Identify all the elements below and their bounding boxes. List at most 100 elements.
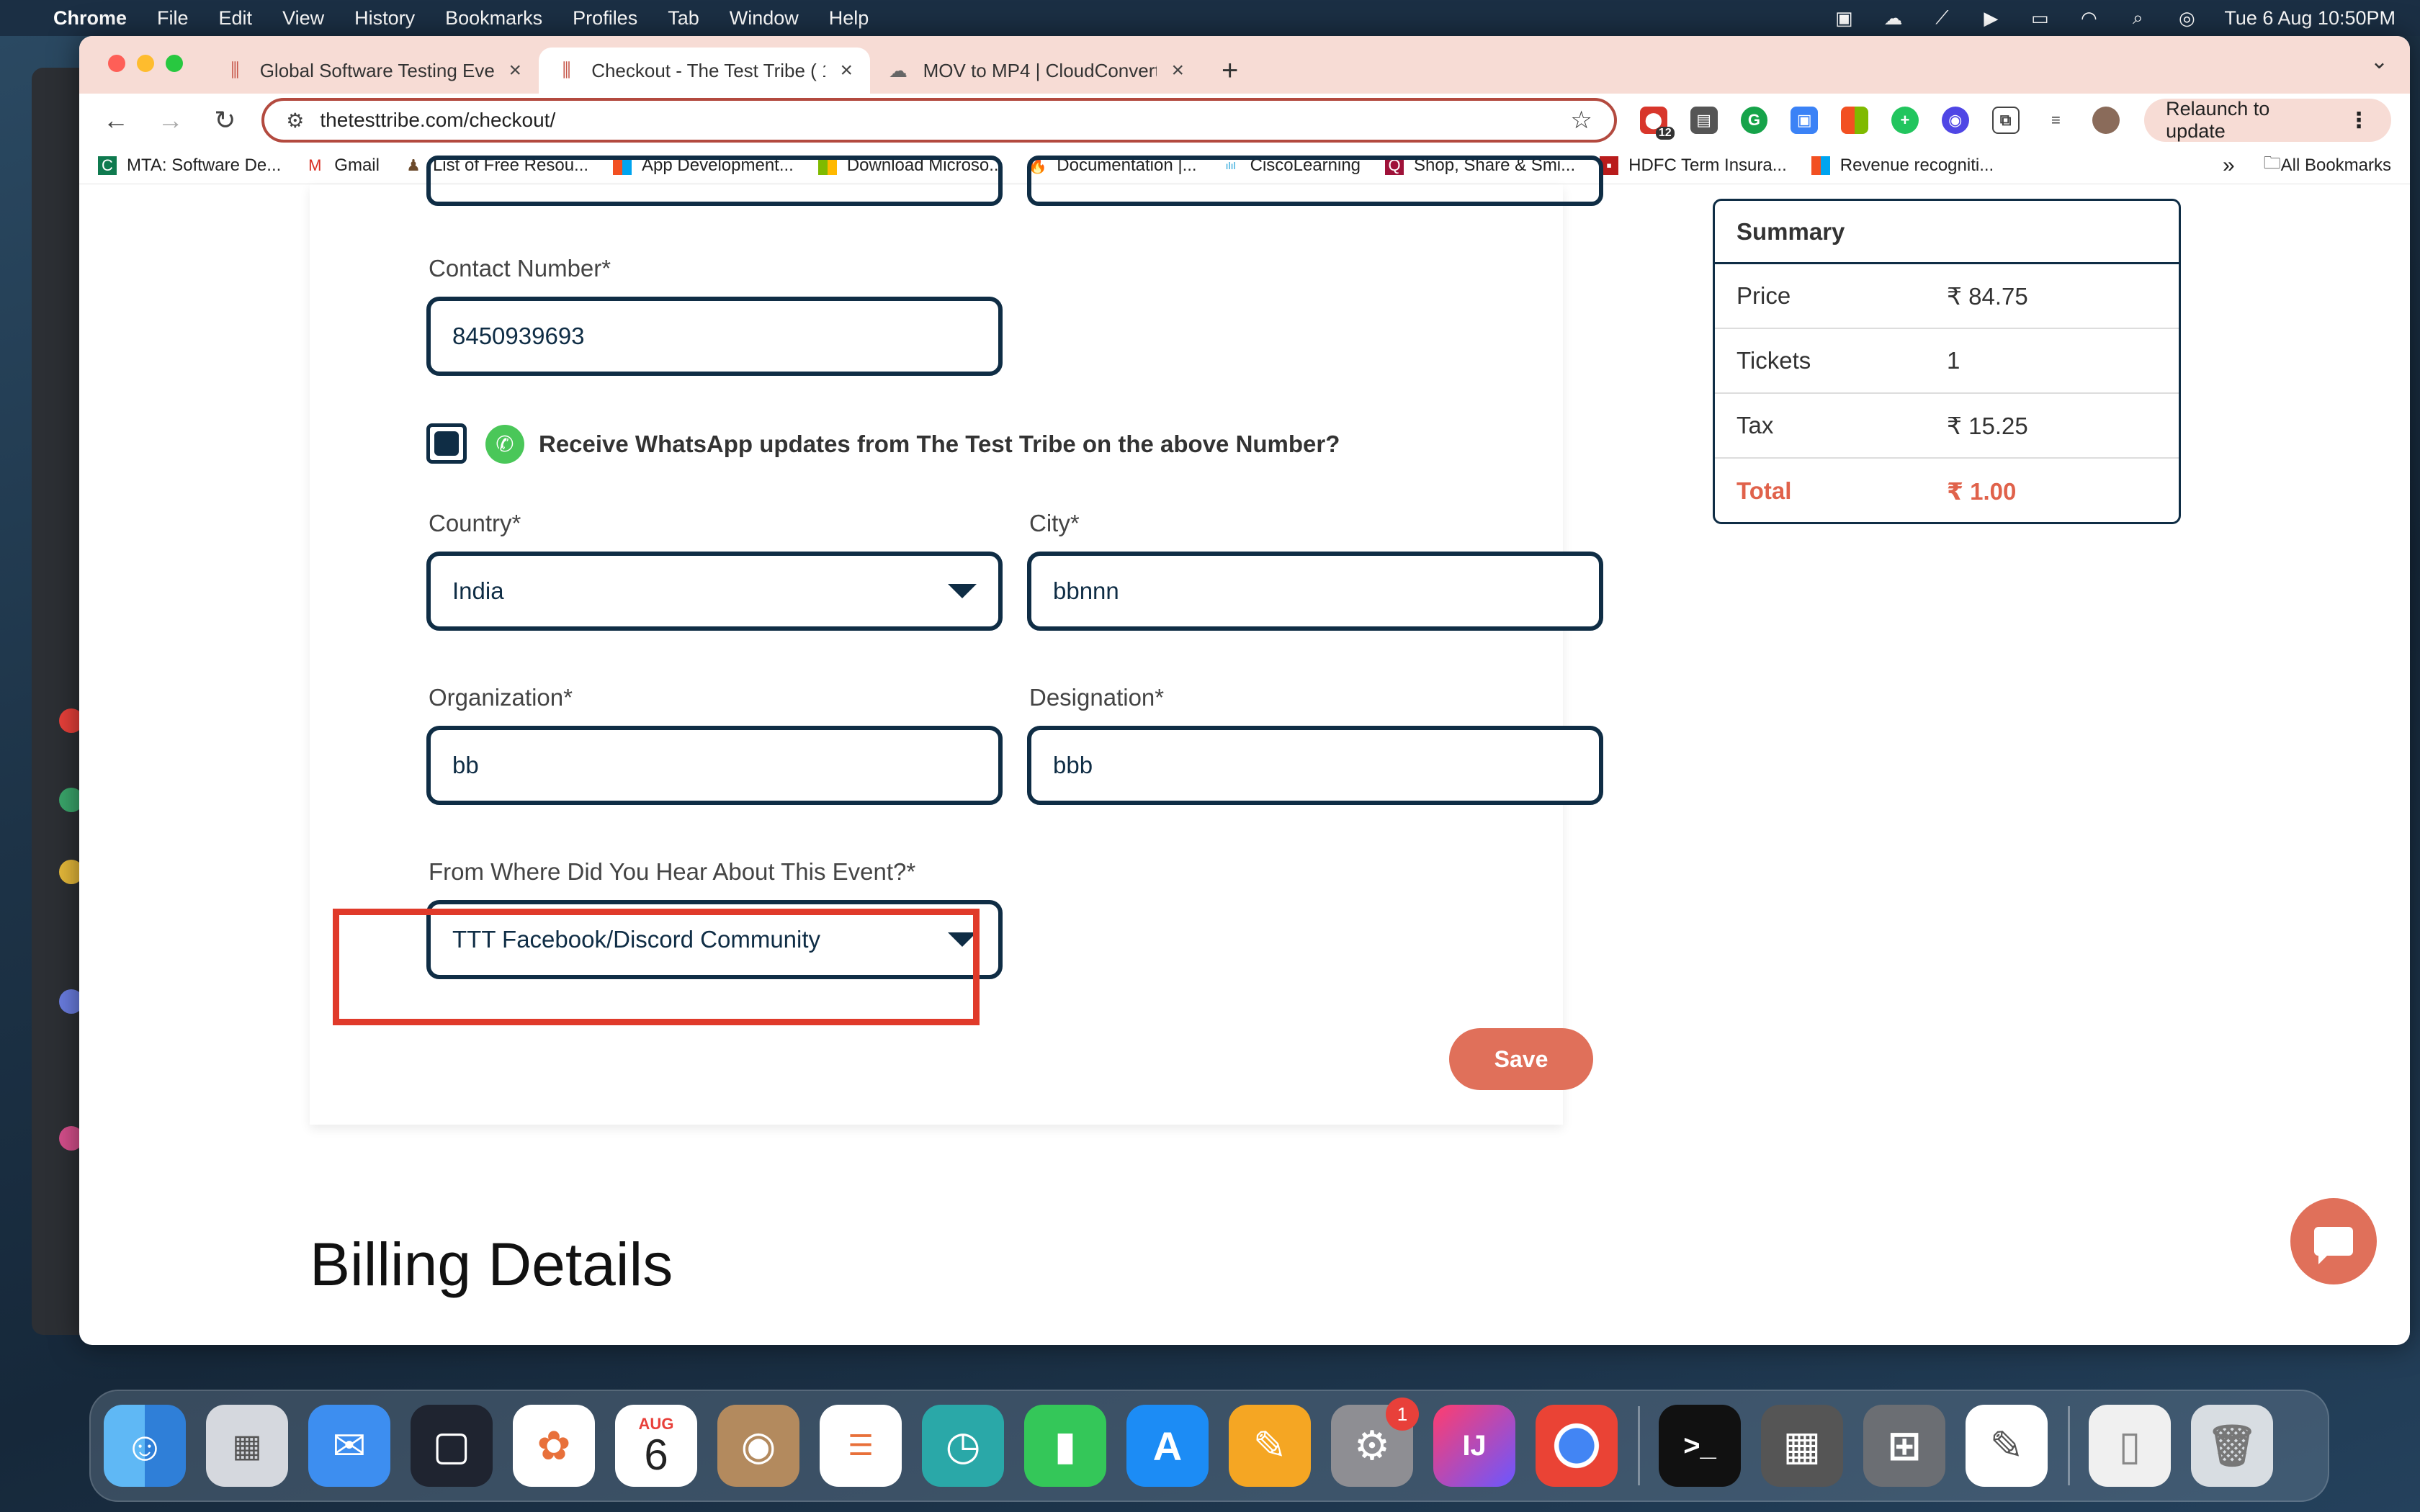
pages-icon[interactable]: ✎ — [1229, 1405, 1311, 1487]
menu-tab[interactable]: Tab — [668, 7, 699, 30]
wifi-icon[interactable]: ◠ — [2077, 7, 2100, 29]
previous-field-right[interactable] — [1027, 156, 1603, 206]
document-stack-icon[interactable]: ▯ — [2089, 1405, 2171, 1487]
relaunch-button[interactable]: Relaunch to update ⋮ — [2144, 98, 2392, 142]
whatsapp-updates-checkbox[interactable] — [426, 423, 467, 464]
finder-icon[interactable]: ☺ — [104, 1405, 186, 1487]
mute-icon[interactable]: ⟋ — [1930, 6, 1953, 28]
contacts-icon[interactable]: ◉ — [717, 1405, 799, 1487]
image-capture-icon[interactable]: ▦ — [1761, 1405, 1843, 1487]
organization-label: Organization* — [429, 684, 573, 711]
reload-icon[interactable]: ↻ — [207, 105, 243, 135]
terminal-icon[interactable]: >_ — [1659, 1405, 1741, 1487]
close-tab-icon[interactable]: × — [494, 58, 521, 83]
spotlight-search-icon[interactable]: ⌕ — [2126, 6, 2149, 28]
profile-avatar[interactable] — [2092, 107, 2120, 134]
bookmark-star-icon[interactable]: ☆ — [1570, 106, 1592, 135]
menu-history[interactable]: History — [354, 7, 415, 30]
menu-view[interactable]: View — [282, 7, 324, 30]
previous-field-left[interactable] — [426, 156, 1003, 206]
highlight-annotation-box — [333, 909, 980, 1025]
textedit-icon[interactable]: ✎ — [1966, 1405, 2048, 1487]
bookmark-label: HDFC Term Insura... — [1628, 155, 1787, 175]
mail-icon[interactable]: ✉ — [308, 1405, 390, 1487]
extensions-puzzle-icon[interactable]: ⧉ — [1991, 107, 2020, 134]
maximize-window-icon[interactable] — [166, 55, 183, 72]
launchpad-icon[interactable]: ▦ — [206, 1405, 288, 1487]
all-bookmarks-label: All Bookmarks — [2280, 155, 2391, 175]
save-button[interactable]: Save — [1449, 1028, 1593, 1090]
tab-global-testing[interactable]: ⫼ Global Software Testing Even × — [207, 48, 539, 94]
country-select[interactable]: India — [426, 552, 1003, 631]
tab-search-chevron-icon[interactable]: ⌄ — [2370, 49, 2388, 74]
organization-input[interactable]: bb — [426, 726, 1003, 805]
test-tribe-favicon-icon: ⫼ — [230, 59, 240, 81]
screen-capture-icon[interactable]: ▣ — [1832, 7, 1855, 29]
minimize-window-icon[interactable] — [137, 55, 154, 72]
extension-screen-icon[interactable]: ▣ — [1791, 107, 1819, 134]
folder-icon: 🗀 — [2263, 153, 2281, 173]
close-tab-icon[interactable]: × — [1157, 58, 1184, 83]
chat-support-button[interactable] — [2290, 1198, 2377, 1284]
battery-icon[interactable]: ▭ — [2028, 7, 2051, 29]
calculator-icon[interactable]: ⊞ — [1863, 1405, 1945, 1487]
new-tab-plus-icon[interactable]: + — [1222, 48, 1238, 94]
more-menu-icon[interactable]: ⋮ — [2348, 108, 2370, 133]
more-bookmarks-chevron-icon[interactable]: » — [2223, 153, 2235, 178]
dock: ☺ ▦ ✉ ▢ ✿ AUG 6 ◉ ☰ ◷ ▮ A ✎ ⚙ 1 IJ >_ ▦ ⊞… — [89, 1390, 2329, 1502]
numbers-icon[interactable]: ▮ — [1024, 1405, 1106, 1487]
address-bar[interactable]: ⚙ thetesttribe.com/checkout/ ☆ — [261, 98, 1617, 143]
screen-time-icon[interactable]: ▢ — [411, 1405, 493, 1487]
city-input[interactable]: bbnnn — [1027, 552, 1603, 631]
play-icon[interactable]: ▶ — [1979, 7, 2002, 29]
tab-checkout[interactable]: ⫼ Checkout - The Test Tribe ( 1 × — [539, 48, 870, 94]
media-controls-icon[interactable]: ≡ — [2042, 107, 2070, 134]
back-arrow-icon[interactable]: ← — [98, 105, 134, 135]
intellij-icon[interactable]: IJ — [1433, 1405, 1515, 1487]
contact-number-input[interactable]: 8450939693 — [426, 297, 1003, 376]
menu-profiles[interactable]: Profiles — [573, 7, 637, 30]
system-settings-icon[interactable]: ⚙ 1 — [1331, 1398, 1419, 1487]
close-window-icon[interactable] — [108, 55, 125, 72]
bookmark-item[interactable]: C MTA: Software De... — [98, 156, 281, 176]
tab-cloudconvert[interactable]: ☁ MOV to MP4 | CloudConvert × — [870, 48, 1201, 94]
menu-bookmarks[interactable]: Bookmarks — [445, 7, 542, 30]
extension-clipboard-icon[interactable]: ▤ — [1690, 107, 1718, 134]
control-center-icon[interactable]: ◎ — [2175, 7, 2198, 29]
app-store-icon[interactable]: A — [1126, 1405, 1209, 1487]
contact-number-value: 8450939693 — [452, 323, 585, 349]
summary-row-total: Total ₹ 1.00 — [1715, 459, 2179, 522]
bookmark-item[interactable]: ▪ HDFC Term Insura... — [1600, 156, 1787, 176]
extension-vpn-icon[interactable]: ◉ — [1941, 107, 1969, 134]
site-settings-icon[interactable]: ⚙ — [286, 109, 304, 132]
summary-row-tax: Tax ₹ 15.25 — [1715, 394, 2179, 459]
reminders-icon[interactable]: ☰ — [820, 1405, 902, 1487]
extension-microsoft-icon[interactable] — [1841, 107, 1868, 134]
menu-window[interactable]: Window — [730, 7, 799, 30]
extension-adblock-icon[interactable]: ⬤ 12 — [1639, 107, 1675, 140]
calendar-icon[interactable]: AUG 6 — [615, 1405, 697, 1487]
menu-file[interactable]: File — [157, 7, 189, 30]
forward-arrow-icon[interactable]: → — [153, 105, 189, 135]
cloud-icon[interactable]: ☁ — [1881, 7, 1904, 29]
chrome-icon[interactable] — [1536, 1405, 1618, 1487]
extension-grammarly-icon[interactable]: G — [1740, 107, 1768, 134]
bookmark-item[interactable]: Revenue recogniti... — [1811, 156, 1994, 176]
photos-icon[interactable]: ✿ — [513, 1405, 595, 1487]
menu-app-name[interactable]: Chrome — [53, 7, 127, 30]
bookmark-item[interactable]: M Gmail — [305, 156, 380, 176]
close-tab-icon[interactable]: × — [825, 58, 853, 83]
all-bookmarks-button[interactable]: 🗀 All Bookmarks — [2264, 150, 2391, 180]
trash-icon[interactable]: 🗑 — [2191, 1405, 2273, 1487]
url-text[interactable]: thetesttribe.com/checkout/ — [320, 109, 555, 132]
designation-input[interactable]: bbb — [1027, 726, 1603, 805]
whatsapp-icon: ✆ — [485, 425, 524, 464]
menubar-clock[interactable]: Tue 6 Aug 10:50PM — [2224, 7, 2396, 30]
clock-app-icon[interactable]: ◷ — [922, 1405, 1004, 1487]
extension-plus-icon[interactable]: + — [1891, 107, 1919, 134]
menu-edit[interactable]: Edit — [219, 7, 253, 30]
city-label: City* — [1029, 510, 1080, 536]
designation-value: bbb — [1053, 752, 1093, 778]
bookmark-favicon-icon: ♟ — [406, 156, 421, 174]
menu-help[interactable]: Help — [829, 7, 869, 30]
